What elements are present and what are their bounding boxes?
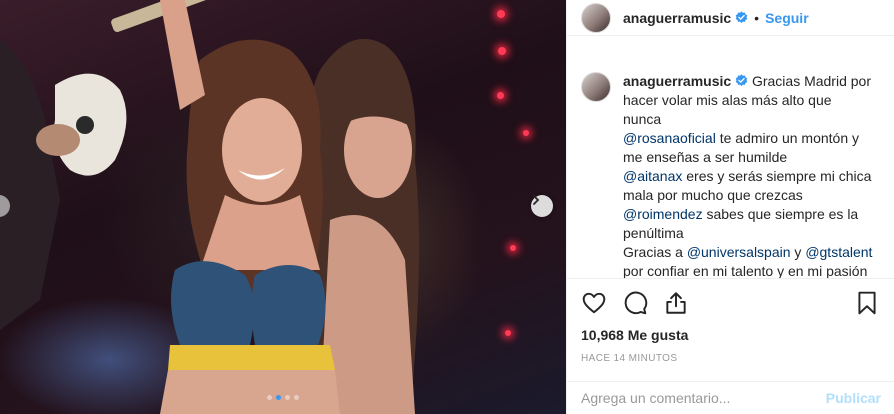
likes-count[interactable]: 10,968 Me gusta: [581, 327, 688, 343]
carousel-dot: [267, 395, 272, 400]
stage-light: [505, 330, 511, 336]
caption-line: nunca: [623, 111, 662, 127]
caption-line: me enseñas a ser humilde: [623, 149, 788, 165]
comment-form: Publicar: [567, 381, 894, 414]
caption-line: penúltima: [623, 225, 684, 241]
caption-line: eres y serás siempre mi chica: [682, 168, 872, 184]
caption-line: mala por mucho que crezcas: [623, 187, 803, 203]
stage-light: [498, 47, 506, 55]
caption-line: te admiro un montón y: [715, 130, 859, 146]
header-username[interactable]: anaguerramusic: [623, 10, 731, 26]
share-icon[interactable]: [663, 290, 689, 316]
heart-icon[interactable]: [581, 290, 607, 316]
caption-avatar[interactable]: [581, 72, 611, 102]
post-photo[interactable]: [0, 0, 566, 414]
caption-line: y: [790, 244, 806, 260]
carousel-indicator: [0, 395, 566, 400]
post-timestamp[interactable]: HACE 14 MINUTOS: [581, 353, 677, 364]
comment-input[interactable]: [581, 390, 826, 406]
caption-line: Gracias a: [623, 244, 687, 260]
concert-photo-illustration: [0, 0, 419, 414]
post-caption: anaguerramusic Gracias Madrid por hacer …: [581, 72, 893, 281]
caption-username[interactable]: anaguerramusic: [623, 73, 731, 89]
follow-button[interactable]: Seguir: [765, 10, 809, 26]
mention-link[interactable]: @gtstalent: [805, 244, 872, 260]
stage-light: [523, 130, 529, 136]
comment-icon[interactable]: [622, 290, 648, 316]
bookmark-icon[interactable]: [854, 290, 880, 316]
caption-line: hacer volar mis alas más alto que: [623, 92, 832, 108]
carousel-dot: [294, 395, 299, 400]
post-header: anaguerramusic • Seguir: [567, 0, 894, 36]
post-side-panel: anaguerramusic • Seguir anaguerramusic G…: [566, 0, 894, 414]
caption-text: anaguerramusic Gracias Madrid por hacer …: [623, 72, 889, 281]
next-slide-button[interactable]: [531, 195, 553, 217]
chevron-right-icon: [533, 195, 540, 205]
caption-line: sabes que siempre es la: [702, 206, 859, 222]
verified-badge-icon: [735, 74, 748, 86]
separator-dot: •: [754, 9, 760, 26]
avatar[interactable]: [581, 2, 611, 33]
mention-link[interactable]: @roimendez: [623, 206, 703, 222]
divider: [567, 278, 894, 279]
mention-link[interactable]: @rosanaoficial: [623, 130, 716, 146]
stage-light: [510, 245, 516, 251]
stage-light: [497, 92, 504, 99]
verified-badge-icon: [735, 11, 748, 23]
publish-button[interactable]: Publicar: [826, 390, 881, 406]
action-bar: [581, 290, 689, 316]
carousel-dot-active: [276, 395, 281, 400]
stage-light: [497, 10, 505, 18]
caption-line: Gracias Madrid por: [751, 73, 871, 89]
mention-link[interactable]: @aitanax: [623, 168, 682, 184]
mention-link[interactable]: @universalspain: [687, 244, 791, 260]
carousel-dot: [285, 395, 290, 400]
